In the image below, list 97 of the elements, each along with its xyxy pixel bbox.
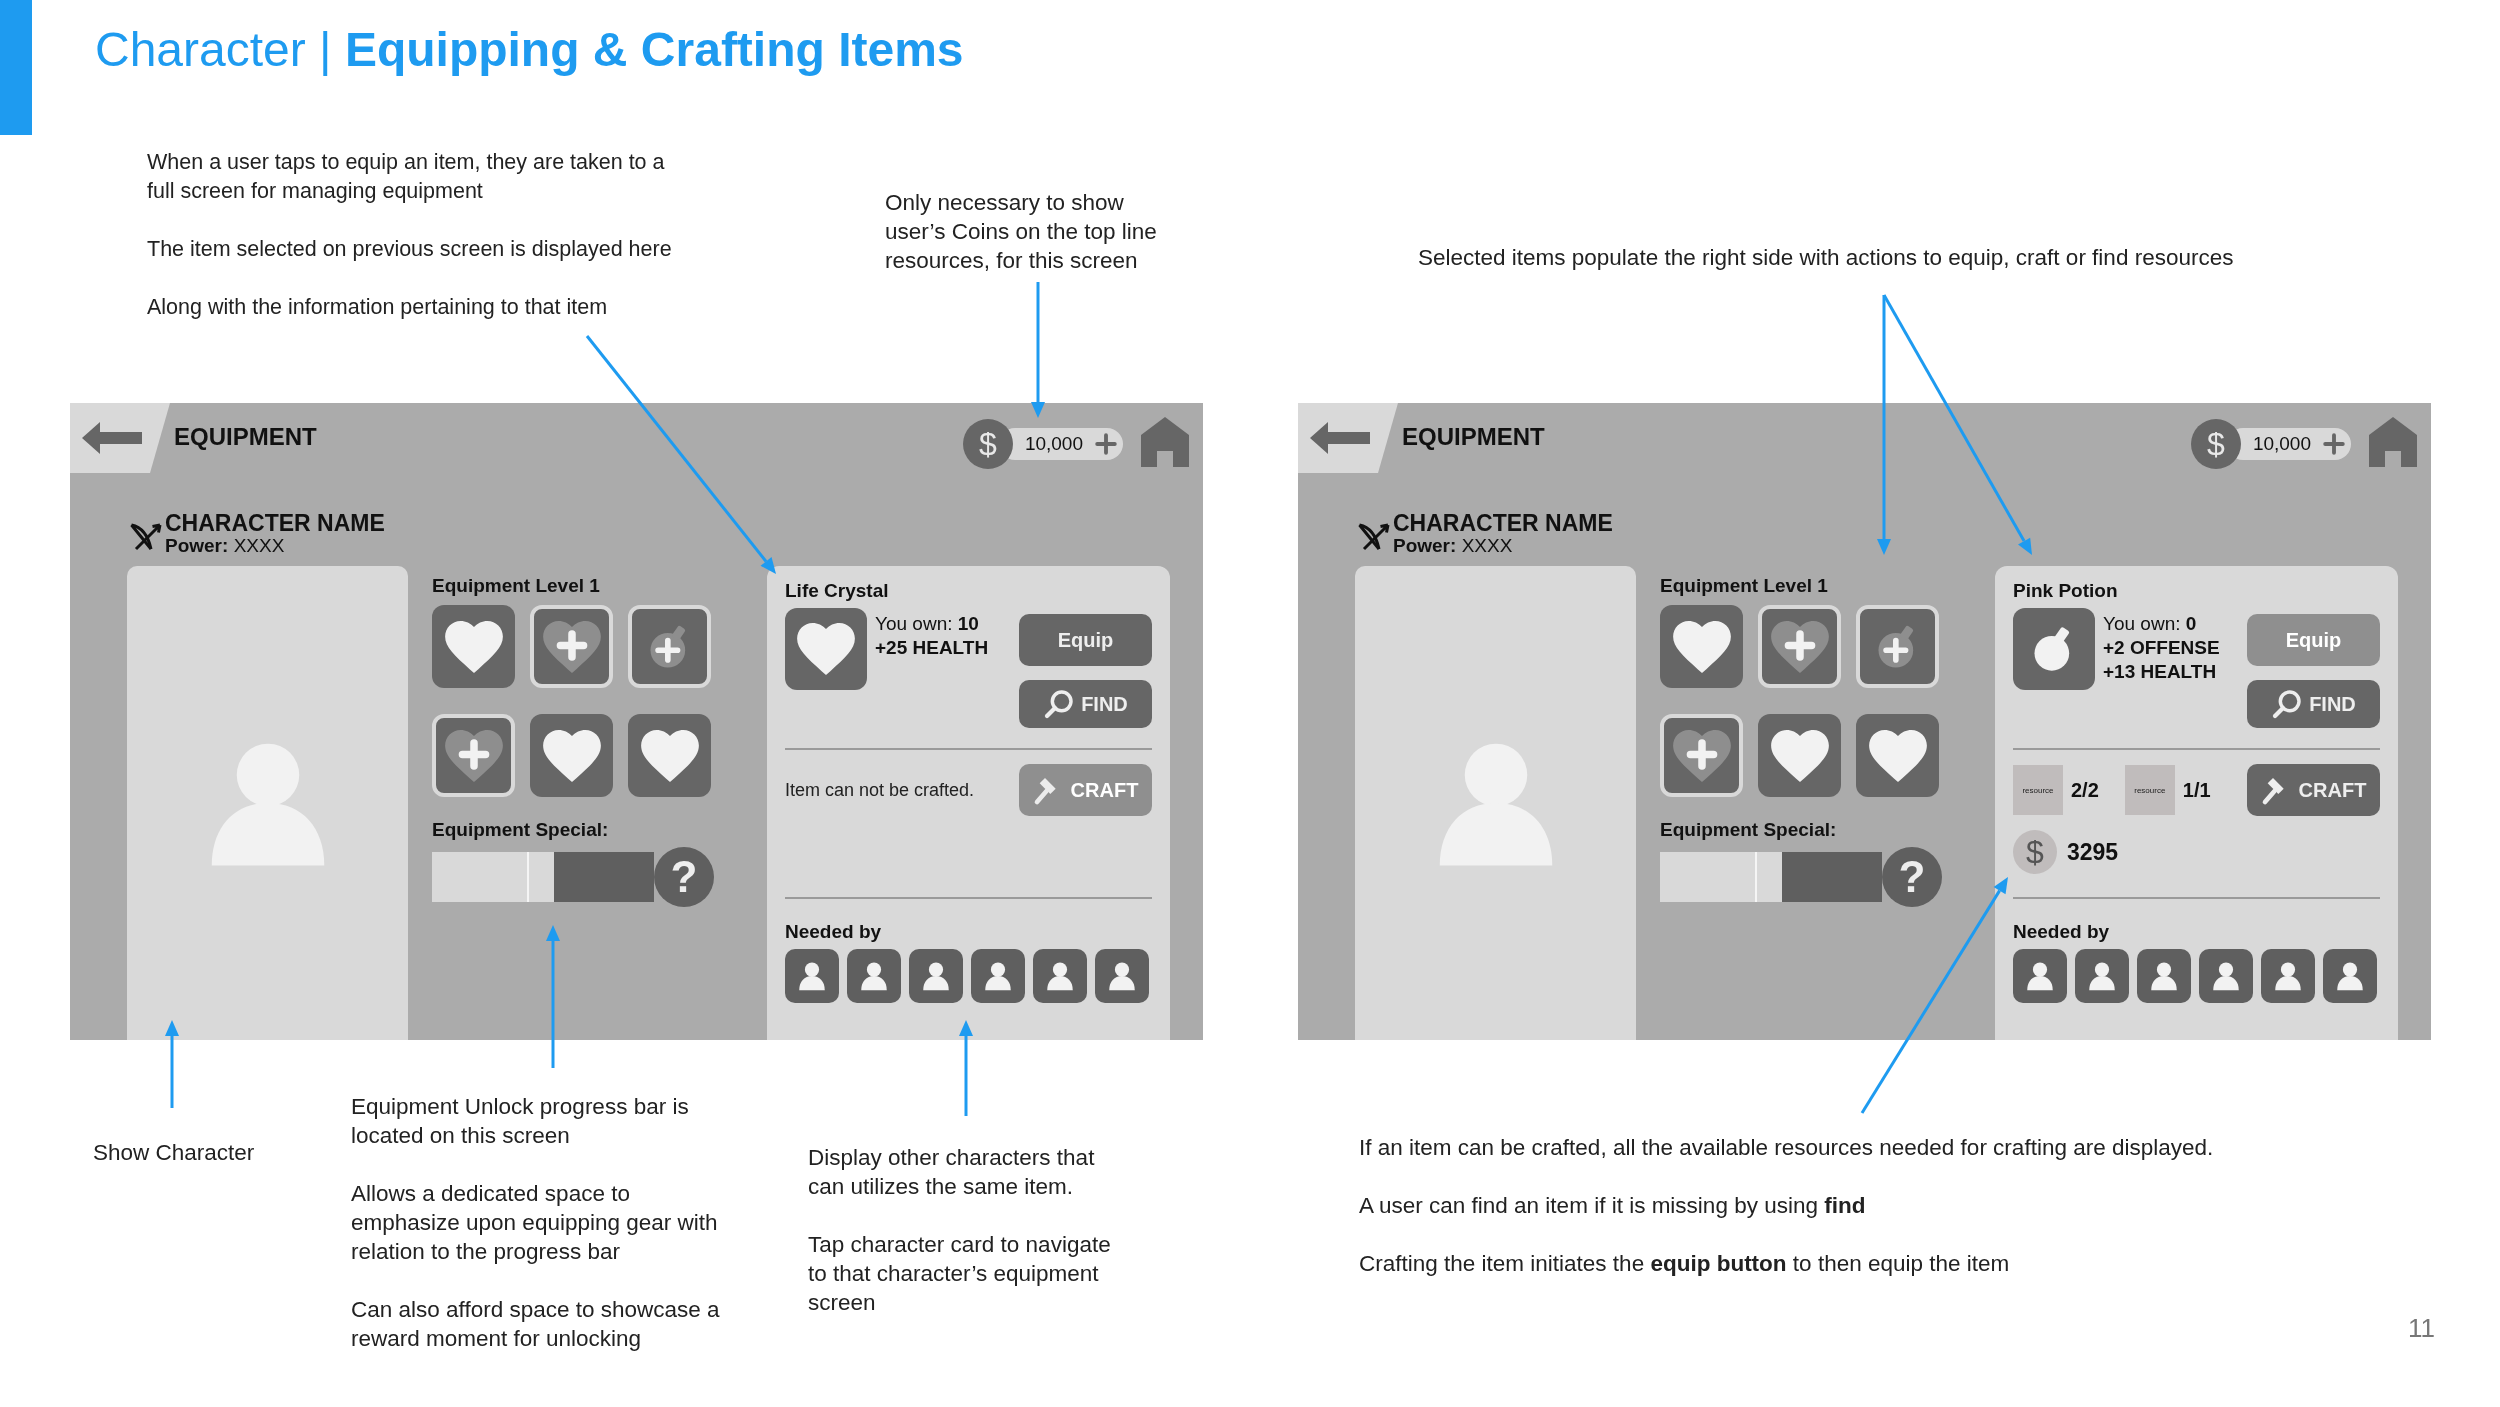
section-label: Needed by [785,921,883,943]
heart-icon [542,729,601,782]
resource-count: 1/1 [2182,778,2211,802]
section-label: Equipment Special: [1660,819,1838,841]
character-button[interactable] [971,949,1025,1003]
character-button[interactable] [785,949,839,1003]
character-button[interactable] [847,949,901,1003]
character-button[interactable] [2199,949,2253,1003]
slide-title: Character | Equipping & Crafting Items [95,22,964,77]
annotation: Along with the information pertaining to that item [147,294,609,321]
annotation: Only necessary to show user’s Coins on the top line resources, for this screen [885,189,1158,275]
equipment-slot[interactable] [628,605,711,688]
back-arrow-icon [1310,420,1370,456]
annotation: Allows a dedicated space to emphasize upon equipping gear with relation to the progress bar [351,1180,719,1266]
screen-title: EQUIPMENT [1402,423,1545,451]
equipment-slot[interactable] [1856,605,1939,688]
owned-count: You own: 0 [2103,612,2198,636]
coin-icon: $ [2190,419,2241,469]
craft-button[interactable]: CRAFT [2247,764,2380,816]
equip-button[interactable]: Equip [1019,614,1152,666]
annotation: Can also afford space to showcase a reward moment for unlocking [351,1296,721,1353]
help-button[interactable]: ? [1882,847,1942,907]
annotation: Crafting the item initiates the equip button to then equip the item [1359,1250,2011,1278]
character-power: Power: XXXX [165,535,286,557]
home-icon[interactable] [2369,417,2417,467]
annotation: The item selected on previous screen is displayed here [147,236,673,263]
annotation: A user can find an item if it is missing by using find [1359,1192,1867,1220]
section-label: Equipment Special: [432,819,610,841]
back-button[interactable] [70,403,170,473]
heart-icon [444,620,503,673]
annotation: Selected items populate the right side with actions to equip, craft or find resources [1418,244,2234,272]
find-button[interactable]: FIND [2247,680,2380,728]
plus-icon[interactable] [2323,433,2345,455]
resource-tile: resource [2124,765,2175,815]
character-button[interactable] [1033,949,1087,1003]
annotation: If an item can be crafted, all the available resources needed for crafting are displayed. [1359,1134,2215,1162]
craft-cost: 3295 [2067,838,2119,866]
equipment-slot[interactable] [1758,605,1841,688]
annotation: Show Character [93,1139,255,1167]
plus-icon[interactable] [1095,433,1117,455]
screen-title: EQUIPMENT [174,423,317,451]
resource-count: 2/2 [2071,778,2099,802]
annotation: Equipment Unlock progress bar is located on this screen [351,1093,690,1150]
annotation: When a user taps to equip an item, they are taken to a full screen for managing equipment [147,149,666,205]
character-button[interactable] [2075,949,2129,1003]
back-button[interactable] [1298,403,1398,473]
character-button[interactable] [2323,949,2377,1003]
equipment-slot[interactable] [432,714,515,797]
character-button[interactable] [2137,949,2191,1003]
home-icon[interactable] [1141,417,1189,467]
heart-plus-icon [444,729,503,782]
help-button[interactable]: ? [654,847,714,907]
craft-note: Item can not be crafted. [785,779,976,801]
equipment-slot[interactable] [1758,714,1841,797]
coin-icon: $ [2013,830,2057,874]
character-name: CHARACTER NAME [165,511,385,535]
coin-icon: $ [962,419,1013,469]
page-number: 11 [2408,1313,2435,1344]
resource-tile: resource [2013,765,2063,815]
back-arrow-icon [82,420,142,456]
heart-plus-icon [1672,729,1731,782]
find-button[interactable]: FIND [1019,680,1152,728]
character-button[interactable] [2261,949,2315,1003]
heart-icon [797,623,855,675]
annotation: Display other characters that can utilizes the same item. [808,1144,1096,1201]
coin-amount: 10,000 [1024,433,1083,455]
equipment-slot[interactable] [1660,714,1743,797]
annotation: Tap character card to navigate to that character’s equipment screen [808,1231,1112,1317]
search-icon [1043,688,1076,720]
search-icon [2271,688,2304,720]
character-button[interactable] [1095,949,1149,1003]
item-name: Life Crystal [785,580,890,602]
equipment-slot[interactable] [628,714,711,797]
character-power: Power: XXXX [1393,535,1514,557]
heart-icon [1672,620,1731,673]
equipment-slot[interactable] [1856,714,1939,797]
item-stat: +25 HEALTH [875,636,990,660]
heart-plus-icon [542,620,601,673]
coin-amount: 10,000 [2252,433,2311,455]
character-button[interactable] [2013,949,2067,1003]
character-name: CHARACTER NAME [1393,511,1613,535]
heart-plus-icon [1770,620,1829,673]
heart-icon [1770,729,1829,782]
section-label: Needed by [2013,921,2111,943]
item-stat: +2 OFFENSE [2103,636,2221,660]
equipment-slot[interactable] [432,605,515,688]
item-stat: +13 HEALTH [2103,660,2218,684]
section-label: Equipment Level 1 [432,575,601,597]
item-name: Pink Potion [2013,580,2119,602]
character-button[interactable] [909,949,963,1003]
heart-icon [640,729,699,782]
equipment-slot[interactable] [1660,605,1743,688]
section-label: Equipment Level 1 [1660,575,1829,597]
equipment-slot[interactable] [530,605,613,688]
heart-icon [1868,729,1927,782]
equipment-slot[interactable] [530,714,613,797]
owned-count: You own: 10 [875,612,980,636]
